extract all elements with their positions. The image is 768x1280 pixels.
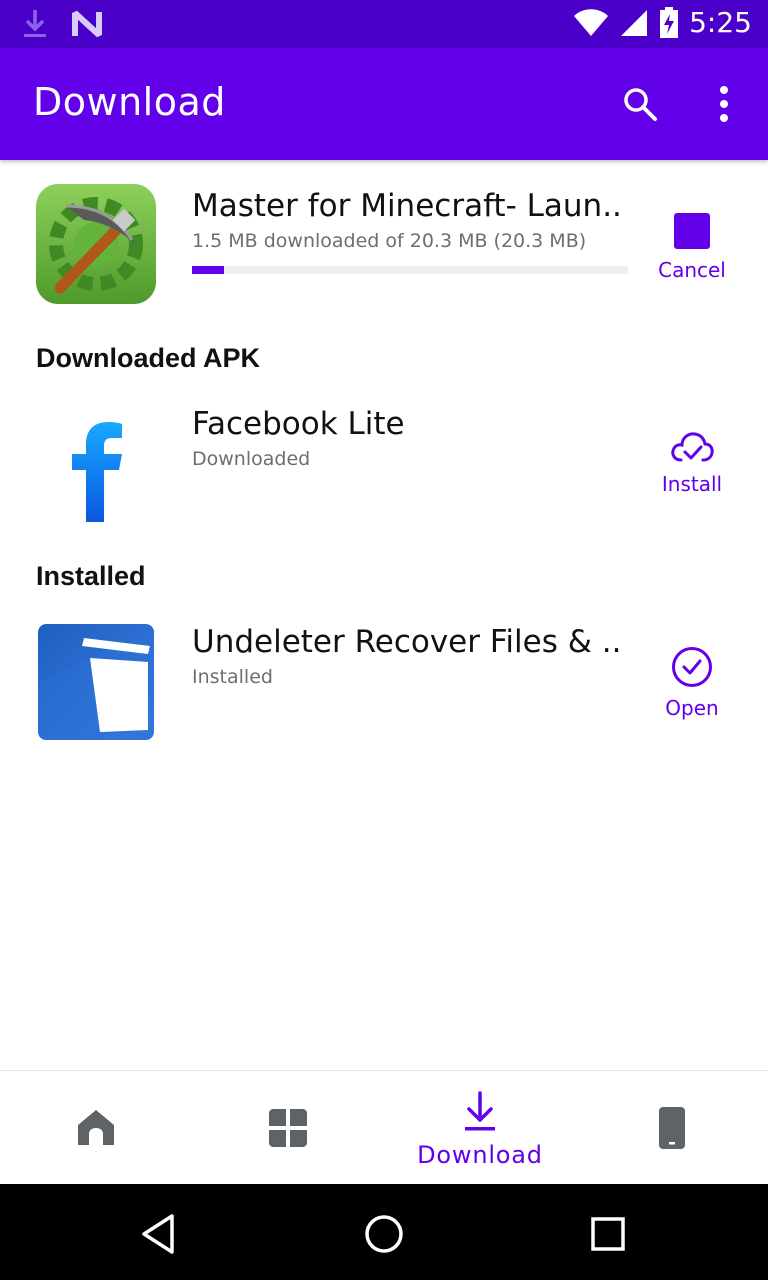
downloading-title: Master for Minecraft- Laun... [192, 188, 622, 224]
app-bar: Download [0, 48, 768, 160]
page-title: Download [33, 80, 226, 124]
more-vert-icon[interactable] [708, 84, 740, 124]
n-notification-icon [72, 10, 102, 38]
nav-item-home[interactable] [0, 1071, 192, 1185]
minecraft-pickaxe-icon [36, 184, 156, 304]
open-button[interactable]: Open [644, 646, 740, 720]
cloud-check-icon [671, 432, 714, 462]
section-title-downloaded: Downloaded APK [36, 343, 261, 373]
nav-item-device[interactable] [576, 1071, 768, 1185]
installed-item[interactable]: Undeleter Recover Files & ... Installed … [0, 618, 768, 758]
download-progress-fill [192, 266, 225, 274]
recents-square-icon[interactable] [586, 1212, 630, 1256]
nav-label-download: Download [417, 1141, 543, 1169]
undeleter-trash-icon [38, 624, 154, 740]
wifi-icon [574, 8, 609, 36]
phone-device-icon [659, 1107, 685, 1149]
battery-charging-icon [660, 6, 679, 38]
downloading-item[interactable]: Master for Minecraft- Laun... 1.5 MB dow… [0, 160, 768, 320]
facebook-lite-status: Downloaded [192, 448, 311, 470]
bottom-navigation: Download [0, 1070, 768, 1184]
apps-grid-icon [269, 1109, 307, 1147]
download-notification-icon [24, 10, 46, 37]
stop-icon [674, 213, 710, 249]
cell-signal-icon [621, 9, 648, 36]
open-label: Open [665, 696, 719, 720]
downloaded-item[interactable]: Facebook Lite Downloaded Install [0, 400, 768, 540]
check-circle-icon [672, 647, 712, 687]
nav-item-apps[interactable] [192, 1071, 384, 1185]
back-icon[interactable] [138, 1212, 182, 1256]
undeleter-title: Undeleter Recover Files & ... [192, 624, 622, 660]
download-progress-bar [192, 266, 628, 274]
cancel-button[interactable]: Cancel [644, 212, 740, 282]
download-icon [465, 1091, 495, 1131]
home-icon [78, 1110, 114, 1145]
home-circle-icon[interactable] [362, 1212, 406, 1256]
facebook-lite-title: Facebook Lite [192, 406, 405, 442]
status-bar: 5:25 [0, 0, 768, 48]
search-icon[interactable] [622, 86, 658, 122]
facebook-lite-icon [36, 412, 156, 532]
section-title-installed: Installed [36, 561, 146, 591]
downloading-progress-text: 1.5 MB downloaded of 20.3 MB (20.3 MB) [192, 230, 587, 252]
install-button[interactable]: Install [644, 430, 740, 496]
undeleter-status: Installed [192, 666, 273, 688]
nav-item-download[interactable]: Download [384, 1071, 576, 1185]
system-navigation-bar [0, 1184, 768, 1280]
cancel-label: Cancel [658, 258, 726, 282]
status-time: 5:25 [689, 6, 752, 39]
install-label: Install [661, 472, 723, 496]
